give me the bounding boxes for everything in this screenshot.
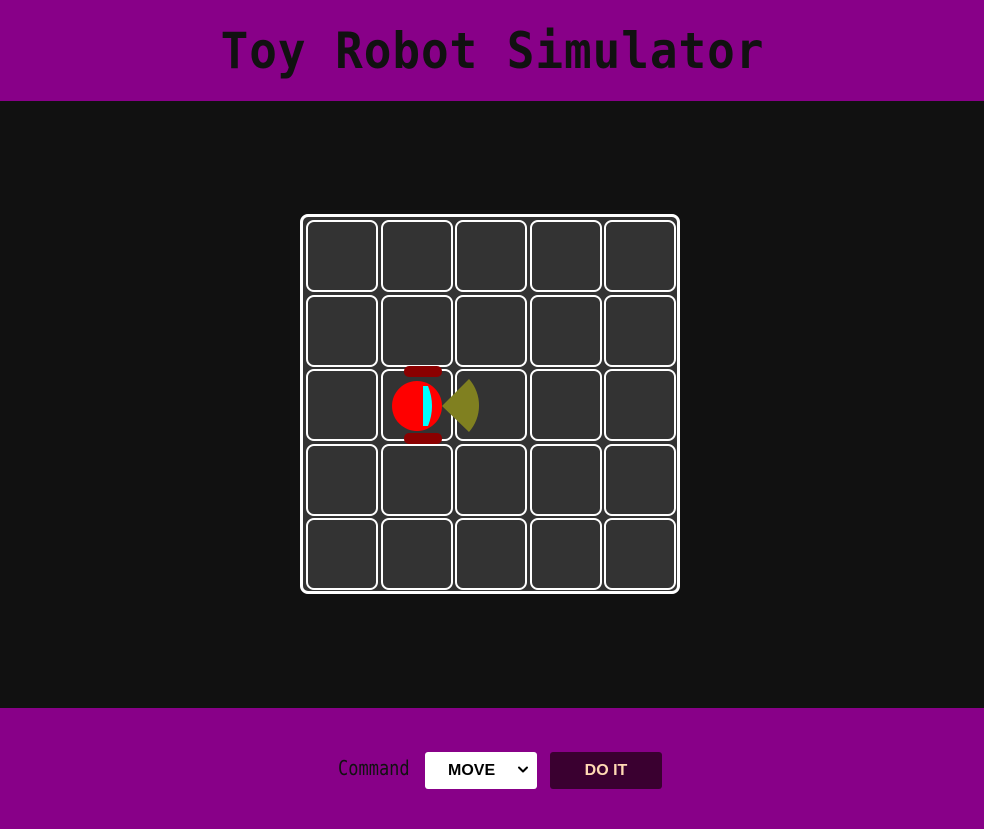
game-board [300, 214, 680, 594]
grid-cell-r1-c3 [455, 220, 527, 292]
grid-cell-r2-c4 [529, 294, 602, 367]
grid-cell-r2-c5 [604, 294, 676, 367]
grid-cell-r1-c1 [306, 220, 378, 292]
header-bar: Toy Robot Simulator [0, 0, 984, 101]
stage-area [0, 101, 984, 708]
robot-sensor-cone [442, 379, 480, 432]
grid-cell-r5-c3 [455, 518, 527, 590]
robot-wheel-top [404, 366, 442, 377]
robot-icon [392, 366, 480, 444]
grid-cell-r2-c1 [306, 294, 378, 367]
command-select-value: MOVE [448, 761, 496, 779]
grid-cell-r4-c2 [380, 443, 453, 516]
grid-cell-r3-c5 [604, 369, 676, 441]
grid-cell-r1-c2 [380, 220, 453, 292]
grid-cell-r5-c5 [604, 518, 676, 590]
grid-cell-r3-c1 [306, 369, 378, 441]
do-it-button[interactable]: DO IT [550, 752, 662, 789]
grid-cell-r2-c2 [380, 294, 453, 367]
chevron-down-icon [518, 766, 528, 773]
grid-cell-r2-c3 [455, 294, 527, 367]
grid-cell-r4-c3 [455, 443, 527, 516]
command-select[interactable]: MOVE [425, 752, 537, 789]
grid-cell-r1-c5 [604, 220, 676, 292]
grid-cell-r1-c4 [529, 220, 602, 292]
do-it-button-label: DO IT [584, 761, 628, 779]
grid-cell-r4-c4 [529, 443, 602, 516]
grid-cell-r4-c5 [604, 443, 676, 516]
grid-cell-r4-c1 [306, 443, 378, 516]
grid-cell-r5-c2 [380, 518, 453, 590]
grid-cell-r3-c4 [529, 369, 602, 441]
page-title: Toy Robot Simulator [220, 21, 764, 80]
command-label: Command [338, 756, 410, 780]
robot-wheel-bottom [404, 433, 442, 444]
robot-body [392, 381, 442, 431]
grid-cell-r5-c4 [529, 518, 602, 590]
grid-cell-r5-c1 [306, 518, 378, 590]
